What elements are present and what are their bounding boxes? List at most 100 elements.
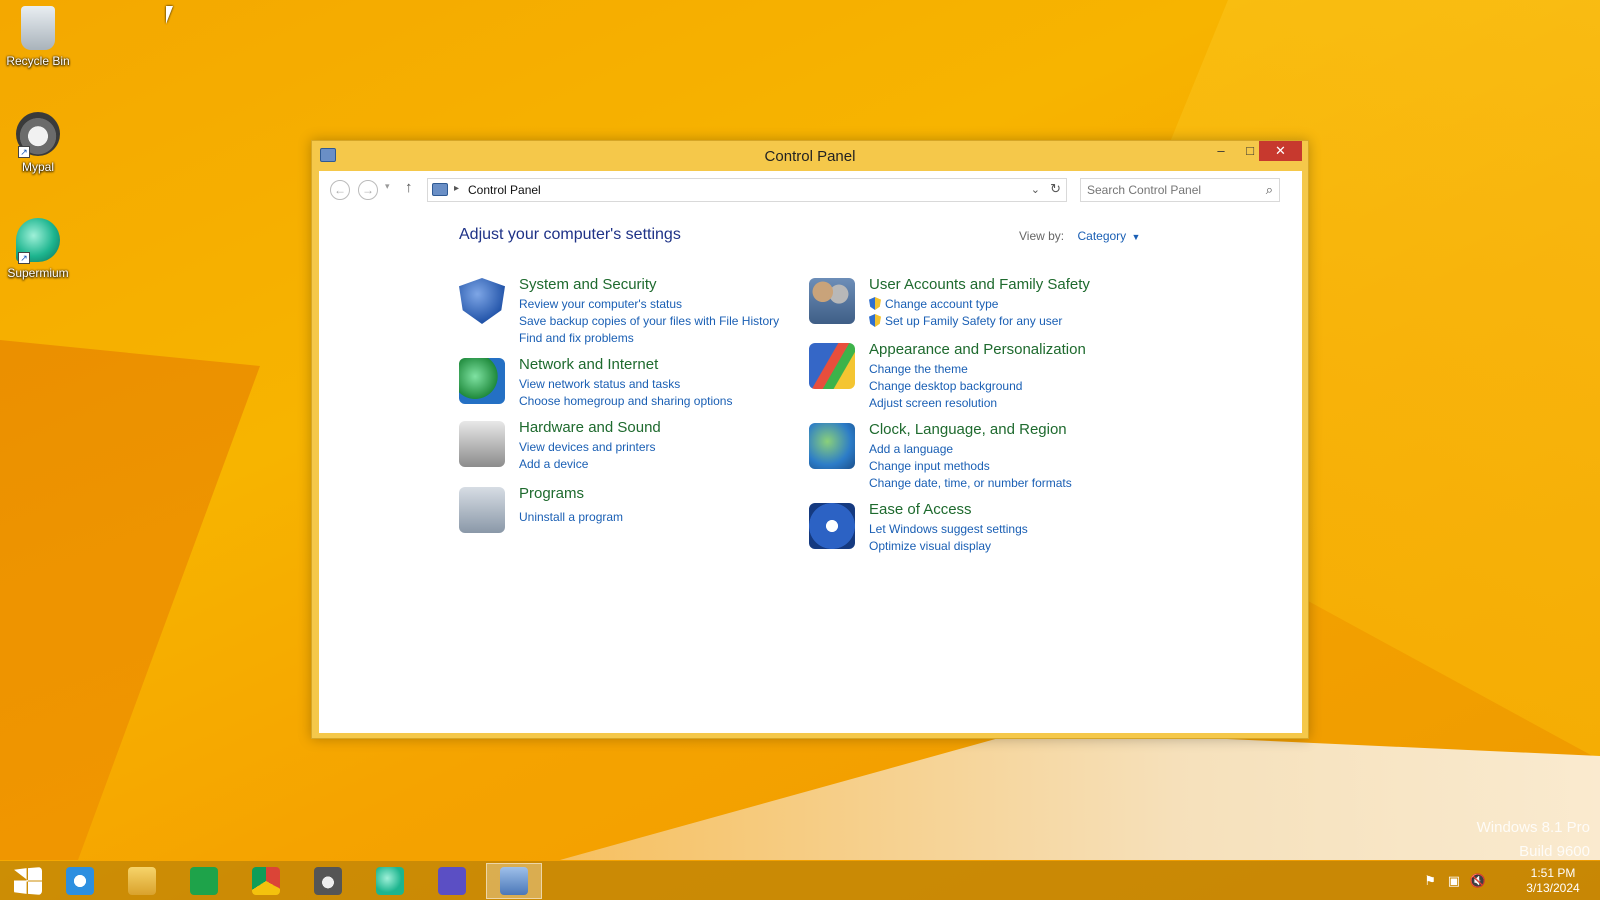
link-input-methods[interactable]: Change input methods <box>869 458 1072 475</box>
link-review-computer-status[interactable]: Review your computer's status <box>519 296 779 313</box>
uac-shield-icon <box>869 314 881 327</box>
address-dropdown-button[interactable]: ⌄ <box>1031 183 1040 196</box>
desktop-icon-label: Recycle Bin <box>6 54 70 68</box>
taskbar-supermium[interactable] <box>362 863 418 899</box>
search-box[interactable]: ⌕ <box>1080 178 1280 202</box>
link-uninstall-program[interactable]: Uninstall a program <box>519 509 623 526</box>
breadcrumb-separator[interactable]: ▸ <box>454 183 459 194</box>
desktop-icon-supermium[interactable]: ↗ Supermium <box>4 218 72 280</box>
control-panel-icon <box>500 867 528 895</box>
view-by: View by: Category ▼ <box>1019 229 1140 243</box>
category-title[interactable]: Clock, Language, and Region <box>869 421 1067 438</box>
link-label: Change account type <box>885 297 999 311</box>
link-find-fix-problems[interactable]: Find and fix problems <box>519 330 779 347</box>
link-label: Set up Family Safety for any user <box>885 314 1063 328</box>
minimize-button[interactable]: – <box>1207 141 1235 161</box>
link-devices-printers[interactable]: View devices and printers <box>519 439 656 456</box>
window-content: ← → ▾ ↑ ▸ Control Panel ⌄ ↻ ⌕ Adjust you… <box>319 171 1302 733</box>
refresh-button[interactable]: ↻ <box>1050 181 1061 197</box>
category-title[interactable]: Programs <box>519 485 584 502</box>
windows-watermark: Windows 8.1 Pro Build 9600 <box>1477 816 1590 864</box>
internet-explorer-icon <box>66 867 94 895</box>
users-icon[interactable] <box>809 278 855 324</box>
back-button[interactable]: ← <box>330 180 350 200</box>
shield-icon[interactable] <box>459 278 505 324</box>
supermium-icon <box>376 867 404 895</box>
window-title: Control Panel <box>764 148 856 165</box>
file-explorer-icon <box>128 867 156 895</box>
search-input[interactable] <box>1081 179 1251 201</box>
chevron-down-icon[interactable]: ▼ <box>1132 232 1141 242</box>
link-change-account-type[interactable]: Change account type <box>869 296 1062 313</box>
view-by-label: View by: <box>1019 229 1065 243</box>
view-by-dropdown[interactable]: Category <box>1077 229 1126 243</box>
category-title[interactable]: Ease of Access <box>869 501 972 518</box>
appearance-icon[interactable] <box>809 343 855 389</box>
taskbar-mypal[interactable] <box>300 863 356 899</box>
title-bar[interactable]: Control Panel – □ ✕ <box>312 141 1308 171</box>
start-icon <box>14 867 42 895</box>
control-panel-icon <box>432 183 448 196</box>
category-title[interactable]: Appearance and Personalization <box>869 341 1086 358</box>
close-button[interactable]: ✕ <box>1259 141 1302 161</box>
ease-of-access-icon[interactable] <box>809 503 855 549</box>
category-title[interactable]: System and Security <box>519 276 657 293</box>
link-screen-resolution[interactable]: Adjust screen resolution <box>869 395 1022 412</box>
category-title[interactable]: Network and Internet <box>519 356 658 373</box>
link-add-language[interactable]: Add a language <box>869 441 1072 458</box>
taskbar-store[interactable] <box>176 863 232 899</box>
desktop-icon-label: Mypal <box>21 160 54 174</box>
link-network-status[interactable]: View network status and tasks <box>519 376 732 393</box>
taskbar-control-panel[interactable] <box>486 863 542 899</box>
link-family-safety[interactable]: Set up Family Safety for any user <box>869 313 1062 330</box>
mypal-icon <box>314 867 342 895</box>
settings-icon <box>438 867 466 895</box>
taskbar-settings[interactable] <box>424 863 480 899</box>
taskbar-clock[interactable]: 1:51 PM 3/13/2024 <box>1518 866 1588 896</box>
uac-shield-icon <box>869 297 881 310</box>
volume-muted-icon[interactable]: 🔇 <box>1470 873 1486 889</box>
category-title[interactable]: Hardware and Sound <box>519 419 661 436</box>
clock-time: 1:51 PM <box>1530 866 1576 880</box>
taskbar-chrome[interactable] <box>238 863 294 899</box>
desktop-icon-mypal[interactable]: ↗ Mypal <box>4 112 72 174</box>
supermium-icon: ↗ <box>16 218 60 264</box>
wallpaper-shape <box>560 730 1600 860</box>
mouse-cursor-icon <box>166 6 180 24</box>
clock-globe-icon[interactable] <box>809 423 855 469</box>
link-date-time-formats[interactable]: Change date, time, or number formats <box>869 475 1072 492</box>
network-icon[interactable]: ▣ <box>1448 873 1460 889</box>
link-desktop-background[interactable]: Change desktop background <box>869 378 1022 395</box>
taskbar-file-explorer[interactable] <box>114 863 170 899</box>
link-add-device[interactable]: Add a device <box>519 456 656 473</box>
store-icon <box>190 867 218 895</box>
network-icon[interactable] <box>459 358 505 404</box>
action-center-flag-icon[interactable]: ⚑ <box>1424 873 1436 889</box>
control-panel-window: Control Panel – □ ✕ ← → ▾ ↑ ▸ Control Pa… <box>311 140 1309 739</box>
breadcrumb[interactable]: ▸ Control Panel ⌄ ↻ <box>427 178 1067 202</box>
recycle-bin-icon <box>21 6 55 50</box>
recent-locations-dropdown[interactable]: ▾ <box>385 181 390 192</box>
forward-button[interactable]: → <box>358 180 378 200</box>
link-optimize-display[interactable]: Optimize visual display <box>869 538 1028 555</box>
category-title[interactable]: User Accounts and Family Safety <box>869 276 1090 293</box>
taskbar-internet-explorer[interactable] <box>52 863 108 899</box>
desktop-icon-recycle-bin[interactable]: Recycle Bin <box>4 6 72 68</box>
wallpaper-shape <box>0 340 260 860</box>
search-icon[interactable]: ⌕ <box>1266 182 1273 198</box>
programs-icon[interactable] <box>459 487 505 533</box>
clock-date: 3/13/2024 <box>1526 881 1580 895</box>
link-change-theme[interactable]: Change the theme <box>869 361 1022 378</box>
address-bar: ← → ▾ ↑ ▸ Control Panel ⌄ ↻ ⌕ <box>319 171 1302 207</box>
watermark-edition: Windows 8.1 Pro <box>1476 819 1590 836</box>
link-file-history[interactable]: Save backup copies of your files with Fi… <box>519 313 779 330</box>
link-homegroup-sharing[interactable]: Choose homegroup and sharing options <box>519 393 732 410</box>
printer-icon[interactable] <box>459 421 505 467</box>
desktop-icon-label: Supermium <box>7 266 69 280</box>
taskbar: ⚑ ▣ 🔇 1:51 PM 3/13/2024 <box>0 861 1600 900</box>
link-suggest-settings[interactable]: Let Windows suggest settings <box>869 521 1028 538</box>
start-button[interactable] <box>0 863 56 899</box>
chrome-icon <box>252 867 280 895</box>
breadcrumb-control-panel[interactable]: Control Panel <box>468 183 541 197</box>
up-button[interactable]: ↑ <box>405 179 413 196</box>
